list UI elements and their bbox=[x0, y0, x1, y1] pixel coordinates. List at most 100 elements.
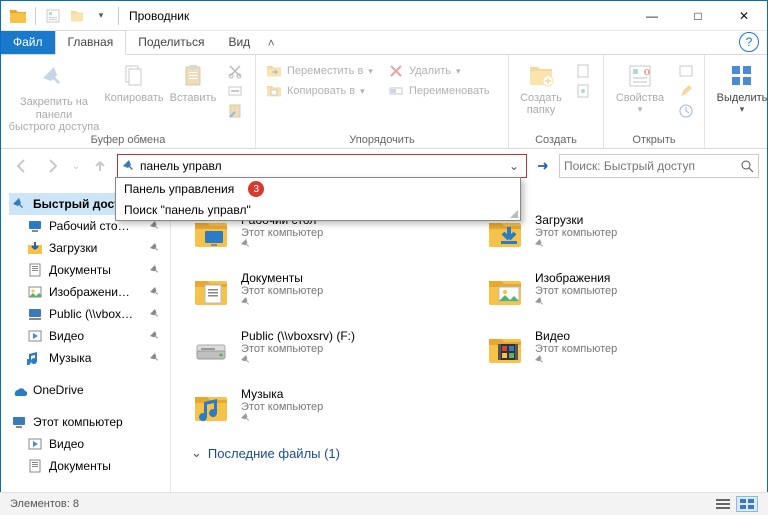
folder-item[interactable]: Документы Этот компьютер bbox=[191, 271, 465, 311]
sidebar-item[interactable]: Видео bbox=[9, 325, 168, 347]
qat-properties-icon[interactable] bbox=[42, 5, 64, 27]
minimize-button[interactable]: — bbox=[629, 1, 675, 31]
pin-quick-access-button[interactable]: Закрепить на панели быстрого доступа bbox=[7, 58, 101, 134]
pin-icon bbox=[535, 239, 617, 249]
new-item-button[interactable] bbox=[571, 62, 597, 80]
navigation-pane: Быстрый досту Рабочий сто…ЗагрузкиДокуме… bbox=[1, 183, 171, 493]
sidebar-item[interactable]: Документы bbox=[9, 455, 168, 477]
tab-file[interactable]: Файл bbox=[1, 31, 55, 54]
folder-name: Видео bbox=[535, 329, 617, 343]
close-button[interactable]: ✕ bbox=[721, 1, 767, 31]
recent-files-label: Последние файлы (1) bbox=[208, 446, 340, 461]
address-input[interactable] bbox=[140, 156, 502, 176]
copy-button[interactable]: Копировать bbox=[105, 58, 163, 104]
folder-item[interactable]: Загрузки Этот компьютер bbox=[485, 213, 759, 253]
tab-share[interactable]: Поделиться bbox=[126, 31, 216, 54]
group-label-new: Создать bbox=[535, 134, 577, 148]
search-icon[interactable] bbox=[740, 159, 754, 173]
move-to-button[interactable]: Переместить в ▾ bbox=[262, 62, 380, 80]
delete-button[interactable]: Удалить ▾ bbox=[384, 62, 502, 80]
copy-path-button[interactable] bbox=[223, 82, 249, 100]
pin-icon bbox=[122, 159, 136, 173]
paste-label: Вставить bbox=[170, 92, 217, 104]
recent-files-header[interactable]: ⌄ Последние файлы (1) bbox=[191, 445, 759, 461]
easy-access-button[interactable] bbox=[571, 82, 597, 100]
new-small-buttons bbox=[571, 58, 597, 100]
folder-item[interactable]: Музыка Этот компьютер bbox=[191, 387, 465, 427]
search-box[interactable] bbox=[559, 154, 759, 178]
clipboard-small-buttons bbox=[223, 58, 249, 120]
delete-label: Удалить bbox=[409, 65, 451, 77]
maximize-button[interactable]: □ bbox=[675, 1, 721, 31]
ribbon-group-new: Создать папку Создать bbox=[509, 55, 604, 148]
title-bar: ▾ Проводник — □ ✕ bbox=[1, 1, 767, 31]
search-input[interactable] bbox=[564, 156, 736, 176]
folder-name: Изображения bbox=[535, 271, 617, 285]
qat-new-folder-icon[interactable] bbox=[66, 5, 88, 27]
nav-back-button[interactable] bbox=[9, 153, 35, 179]
resize-gripper[interactable] bbox=[508, 208, 518, 218]
nav-up-button[interactable] bbox=[87, 153, 113, 179]
sidebar-this-pc[interactable]: Этот компьютер bbox=[9, 411, 168, 433]
annotation-badge: 3 bbox=[248, 181, 264, 197]
address-dropdown[interactable]: ⌄ bbox=[506, 159, 522, 173]
sidebar-onedrive[interactable]: OneDrive bbox=[9, 379, 168, 401]
ribbon-group-open: Свойства ▾ Открыть bbox=[604, 55, 705, 148]
copy-to-button[interactable]: Копировать в ▾ bbox=[262, 82, 380, 100]
pin-icon bbox=[150, 287, 166, 297]
qat-customize-dropdown[interactable]: ▾ bbox=[90, 5, 112, 27]
rename-button[interactable]: Переименовать bbox=[384, 82, 502, 100]
cut-button[interactable] bbox=[223, 62, 249, 80]
details-view-button[interactable] bbox=[712, 496, 734, 512]
sidebar-item-label: Изображени… bbox=[49, 285, 130, 299]
properties-button[interactable]: Свойства ▾ bbox=[610, 58, 670, 115]
content-pane[interactable]: Рабочий стол Этот компьютер Загрузки Это… bbox=[171, 183, 767, 493]
sidebar-item-label: Документы bbox=[49, 263, 111, 277]
ribbon-collapse-button[interactable]: ˄ bbox=[262, 34, 280, 52]
sidebar-item[interactable]: Загрузки bbox=[9, 237, 168, 259]
folder-location: Этот компьютер bbox=[535, 227, 617, 239]
sidebar-item[interactable]: Public (\\vbox… bbox=[9, 303, 168, 325]
paste-shortcut-button[interactable] bbox=[223, 102, 249, 120]
videos-icon bbox=[485, 329, 525, 369]
select-label: Выделить bbox=[717, 92, 768, 104]
suggestion-item[interactable]: Поиск "панель управл" bbox=[116, 200, 520, 220]
sidebar-item[interactable]: Музыка bbox=[9, 347, 168, 369]
group-label-organize: Упорядочить bbox=[349, 134, 414, 148]
window-title: Проводник bbox=[129, 9, 189, 23]
drive-icon bbox=[191, 329, 231, 369]
ribbon: Закрепить на панели быстрого доступа Коп… bbox=[1, 55, 767, 149]
address-bar[interactable]: ⌄ bbox=[117, 154, 527, 178]
select-button[interactable]: Выделить ▾ bbox=[711, 58, 768, 115]
sidebar-item[interactable]: Документы bbox=[9, 259, 168, 281]
folder-item[interactable]: Видео Этот компьютер bbox=[485, 329, 759, 369]
open-button[interactable] bbox=[674, 62, 698, 80]
suggestion-item[interactable]: Панель управления 3 bbox=[116, 178, 520, 200]
folder-item[interactable]: Public (\\vboxsrv) (F:) Этот компьютер bbox=[191, 329, 465, 369]
pin-icon bbox=[535, 355, 617, 365]
sidebar-item-label: Видео bbox=[49, 329, 84, 343]
address-suggestions: Панель управления 3 Поиск "панель управл… bbox=[115, 177, 521, 221]
sidebar-item-label: Музыка bbox=[49, 351, 91, 365]
go-button[interactable] bbox=[531, 154, 555, 178]
sidebar-item-label: Видео bbox=[49, 437, 84, 451]
new-folder-button[interactable]: Создать папку bbox=[515, 58, 567, 116]
this-pc-icon bbox=[11, 414, 27, 430]
pin-icon bbox=[535, 297, 617, 307]
edit-button[interactable] bbox=[674, 82, 698, 100]
folder-item[interactable]: Изображения Этот компьютер bbox=[485, 271, 759, 311]
nav-recent-dropdown[interactable]: ⌄ bbox=[69, 153, 83, 179]
tab-home[interactable]: Главная bbox=[55, 30, 127, 55]
pin-icon bbox=[150, 265, 166, 275]
tab-view[interactable]: Вид bbox=[216, 31, 262, 54]
move-to-label: Переместить в bbox=[287, 65, 363, 77]
history-button[interactable] bbox=[674, 102, 698, 120]
folder-location: Этот компьютер bbox=[535, 285, 617, 297]
sidebar-item[interactable]: Видео bbox=[9, 433, 168, 455]
tiles-view-button[interactable] bbox=[736, 496, 758, 512]
help-button[interactable]: ? bbox=[739, 32, 759, 52]
sidebar-item[interactable]: Изображени… bbox=[9, 281, 168, 303]
folder-name: Музыка bbox=[241, 387, 323, 401]
nav-forward-button[interactable] bbox=[39, 153, 65, 179]
paste-button[interactable]: Вставить bbox=[167, 58, 219, 104]
